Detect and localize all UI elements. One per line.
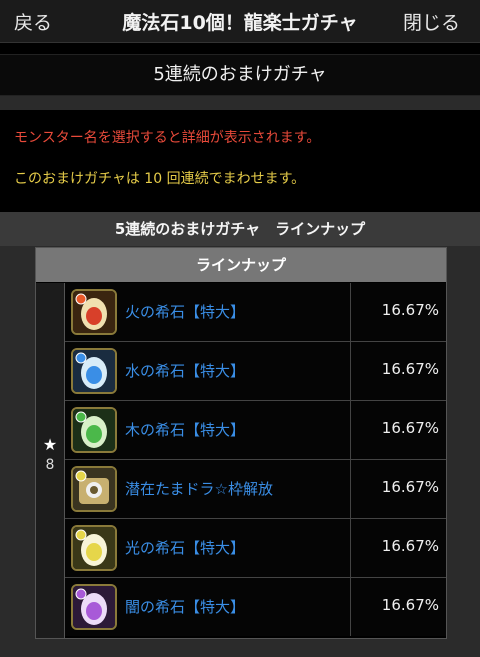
rate-value: 16.67% — [381, 537, 439, 555]
lineup-row: 木の希石【特大】 16.67% — [65, 401, 446, 460]
fire-egg-icon[interactable] — [71, 289, 117, 335]
rate-value: 16.67% — [381, 596, 439, 614]
gacha-subtitle: 5連続のおまけガチャ — [0, 54, 480, 96]
item-name-link[interactable]: 闇の希石【特大】 — [125, 596, 245, 617]
divider-band — [0, 96, 480, 110]
wood-egg-icon[interactable] — [71, 407, 117, 453]
rolls-info-text: このおまけガチャは 10 回連続でまわせます。 — [14, 171, 306, 187]
top-bar: 戻る 魔法石10個！龍楽士ガチャ 閉じる — [0, 0, 480, 43]
tamadra-icon[interactable] — [71, 466, 117, 512]
water-egg-icon[interactable] — [71, 348, 117, 394]
rate-cell: 16.67% — [350, 342, 447, 400]
rate-value: 16.67% — [381, 419, 439, 437]
rate-cell: 16.67% — [350, 519, 447, 577]
rate-cell: 16.67% — [350, 283, 447, 341]
rate-cell: 16.67% — [350, 460, 447, 518]
rarity-value: 8 — [45, 457, 55, 473]
light-egg-icon[interactable] — [71, 525, 117, 571]
rate-value: 16.67% — [381, 478, 439, 496]
lineup-section-title: 5連続のおまけガチャ ラインナップ — [0, 212, 480, 246]
dark-egg-icon[interactable] — [71, 584, 117, 630]
rarity-column: ★ 8 — [36, 283, 65, 638]
lineup-table-header: ラインナップ — [36, 248, 446, 282]
item-name-link[interactable]: 潜在たまドラ☆枠解放 — [125, 478, 273, 499]
close-button[interactable]: 閉じる — [403, 8, 460, 35]
lineup-row: 闇の希石【特大】 16.67% — [65, 578, 446, 636]
rate-value: 16.67% — [381, 360, 439, 378]
lineup-table: ラインナップ ★ 8 火の希石【特大】 16.67% 水の希石【特大】 16.6… — [35, 247, 447, 639]
lineup-row: 潜在たまドラ☆枠解放 16.67% — [65, 460, 446, 519]
item-name-link[interactable]: 火の希石【特大】 — [125, 301, 245, 322]
lineup-row: 水の希石【特大】 16.67% — [65, 342, 446, 401]
lineup-row: 火の希石【特大】 16.67% — [65, 283, 446, 342]
rate-cell: 16.67% — [350, 401, 447, 459]
item-name-link[interactable]: 木の希石【特大】 — [125, 419, 245, 440]
notice-panel: モンスター名を選択すると詳細が表示されます。 このおまけガチャは 10 回連続で… — [0, 110, 480, 212]
rate-value: 16.67% — [381, 301, 439, 319]
rate-cell: 16.67% — [350, 578, 447, 636]
item-name-link[interactable]: 光の希石【特大】 — [125, 537, 245, 558]
item-name-link[interactable]: 水の希石【特大】 — [125, 360, 245, 381]
select-hint-text: モンスター名を選択すると詳細が表示されます。 — [14, 130, 321, 146]
lineup-row: 光の希石【特大】 16.67% — [65, 519, 446, 578]
rarity-star-icon: ★ — [42, 435, 58, 454]
